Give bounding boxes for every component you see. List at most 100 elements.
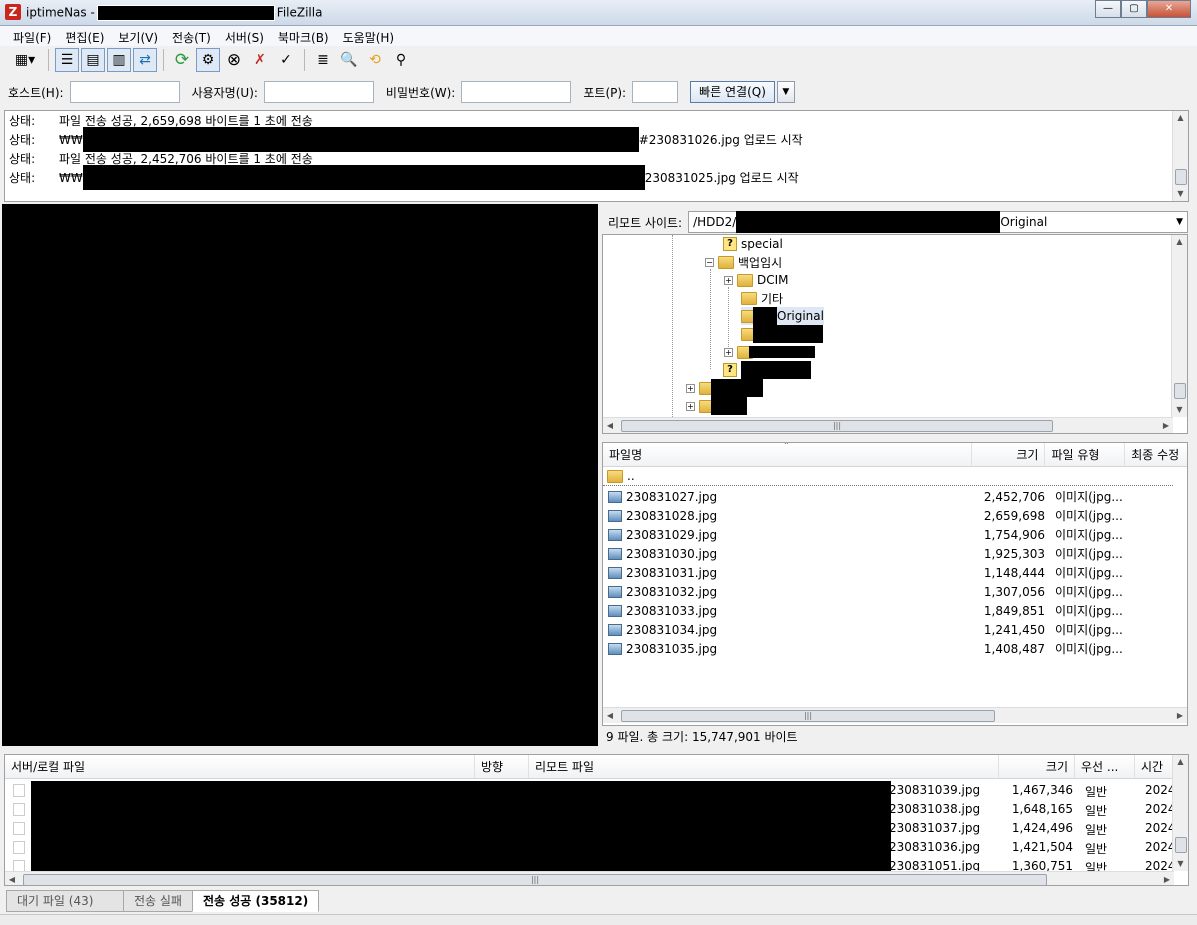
menu-view[interactable]: 보기(V) — [111, 26, 165, 46]
sync-browse-icon[interactable]: ⟲ — [363, 48, 387, 72]
column-header-remote-file[interactable]: 리모트 파일 — [529, 755, 999, 778]
disconnect-icon[interactable]: ✗ — [248, 48, 272, 72]
file-size: 2,659,698 — [983, 508, 1045, 523]
queue-hscrollbar[interactable]: ◀ ||| ▶ — [5, 871, 1174, 885]
column-header-filename[interactable]: 파일명 ⌃ — [603, 443, 972, 466]
tree-hscrollbar[interactable]: ◀ ||| ▶ — [603, 417, 1173, 433]
list-item[interactable]: 230831030.jpg 1,925,303 이미지(jpg... — [603, 544, 1187, 563]
scroll-right-icon[interactable]: ▶ — [1173, 708, 1187, 724]
list-item[interactable]: 230831027.jpg 2,452,706 이미지(jpg... — [603, 487, 1187, 506]
close-button[interactable]: ✕ — [1147, 0, 1191, 18]
tree-vscrollbar[interactable]: ▲ ▼ — [1171, 235, 1187, 417]
menu-server[interactable]: 서버(S) — [218, 26, 271, 46]
scroll-thumb[interactable]: ||| — [23, 874, 1047, 885]
menu-bookmarks[interactable]: 북마크(B) — [271, 26, 336, 46]
header-label: 최종 수정 — [1131, 448, 1180, 462]
tree-item-redacted[interactable]: ? — [723, 361, 811, 379]
tab-failed-transfers[interactable]: 전송 실패 — [123, 890, 193, 912]
scroll-up-icon[interactable]: ▲ — [1173, 755, 1188, 769]
tab-successful-transfers[interactable]: 전송 성공 (35812) — [191, 890, 320, 912]
port-input[interactable] — [632, 81, 679, 103]
list-item[interactable]: 230831029.jpg 1,754,906 이미지(jpg... — [603, 525, 1187, 544]
tree-item-backup-temp[interactable]: − 백업임시 — [705, 253, 782, 271]
process-queue-icon[interactable]: ⚙ — [196, 48, 220, 72]
host-input[interactable] — [69, 81, 180, 103]
queue-vscrollbar[interactable]: ▲ ▼ — [1172, 755, 1188, 871]
chevron-down-icon[interactable]: ▼ — [1176, 217, 1183, 227]
tree-item-special[interactable]: ? special — [723, 235, 783, 253]
column-header-priority[interactable]: 우선 ... — [1075, 755, 1135, 778]
compare-icon[interactable]: 🔍 — [337, 48, 361, 72]
file-list-hscrollbar[interactable]: ◀ ||| ▶ — [603, 707, 1187, 723]
toggle-queue-icon[interactable]: ⇄ — [133, 48, 157, 72]
collapse-icon[interactable]: − — [705, 257, 714, 267]
list-item[interactable]: 230831032.jpg 1,307,056 이미지(jpg... — [603, 582, 1187, 601]
tab-queued-files[interactable]: 대기 파일 (43) — [6, 890, 124, 912]
cancel-icon[interactable]: ⊗ — [222, 48, 246, 72]
column-header-modified[interactable]: 최종 수정 — [1125, 443, 1187, 466]
scroll-thumb[interactable]: ||| — [621, 710, 995, 722]
scroll-thumb[interactable] — [1175, 169, 1187, 185]
tree-item-redacted[interactable]: + — [724, 343, 815, 361]
search-icon[interactable]: ⚲ — [389, 48, 413, 72]
quickconnect-dropdown-icon[interactable]: ▼ — [776, 81, 795, 103]
column-header-type[interactable]: 파일 유형 — [1045, 443, 1126, 466]
column-header-size[interactable]: 크기 — [999, 755, 1075, 778]
menu-edit[interactable]: 편집(E) — [58, 26, 111, 46]
scroll-right-icon[interactable]: ▶ — [1160, 872, 1174, 885]
scroll-thumb[interactable] — [1174, 383, 1186, 399]
image-file-icon — [608, 604, 622, 617]
remote-path-combobox[interactable]: /HDD2/Original ▼ — [688, 211, 1188, 233]
toggle-log-icon[interactable]: ☰ — [55, 48, 79, 72]
list-item[interactable]: 230831033.jpg 1,849,851 이미지(jpg... — [603, 601, 1187, 620]
scroll-left-icon[interactable]: ◀ — [603, 708, 617, 724]
toggle-local-tree-icon[interactable]: ▤ — [81, 48, 105, 72]
tree-item-redacted[interactable] — [741, 325, 823, 343]
tree-item-redacted[interactable]: + — [686, 379, 763, 397]
tree-item-dcim[interactable]: + DCIM — [724, 271, 789, 289]
log-prefix: ₩₩ — [59, 132, 83, 147]
scroll-right-icon[interactable]: ▶ — [1159, 418, 1173, 433]
maximize-button[interactable]: ▢ — [1121, 0, 1147, 18]
minimize-button[interactable]: — — [1095, 0, 1121, 18]
site-manager-icon[interactable]: ▦▾ — [8, 48, 42, 72]
menu-transfer[interactable]: 전송(T) — [165, 26, 218, 46]
expand-icon[interactable]: + — [686, 383, 695, 393]
toggle-remote-tree-icon[interactable]: ▥ — [107, 48, 131, 72]
tree-item-original[interactable]: Original — [741, 307, 824, 325]
scroll-up-icon[interactable]: ▲ — [1173, 111, 1188, 125]
column-header-time[interactable]: 시간 — [1135, 755, 1174, 778]
username-input[interactable] — [263, 81, 374, 103]
column-header-size[interactable]: 크기 — [972, 443, 1046, 466]
scroll-thumb[interactable]: ||| — [621, 420, 1053, 432]
file-status-icon — [13, 841, 25, 854]
column-header-direction[interactable]: 방향 — [475, 755, 529, 778]
log-scrollbar[interactable]: ▲ ▼ — [1172, 111, 1188, 201]
scroll-left-icon[interactable]: ◀ — [603, 418, 617, 433]
tree-item-redacted[interactable]: + — [686, 397, 747, 415]
scroll-up-icon[interactable]: ▲ — [1172, 235, 1187, 249]
scroll-down-icon[interactable]: ▼ — [1173, 187, 1188, 201]
column-header-local-file[interactable]: 서버/로컬 파일 — [5, 755, 475, 778]
list-item-parent[interactable]: .. — [603, 467, 1173, 486]
password-input[interactable] — [461, 81, 572, 103]
list-item[interactable]: 230831034.jpg 1,241,450 이미지(jpg... — [603, 620, 1187, 639]
file-size: 1,754,906 — [983, 527, 1045, 542]
scroll-left-icon[interactable]: ◀ — [5, 872, 19, 885]
scroll-thumb[interactable] — [1175, 837, 1187, 853]
refresh-icon[interactable]: ⟳ — [170, 48, 194, 72]
expand-icon[interactable]: + — [686, 401, 695, 411]
expand-icon[interactable]: + — [724, 275, 733, 285]
scroll-down-icon[interactable]: ▼ — [1172, 403, 1187, 417]
filter-icon[interactable]: ≣ — [311, 48, 335, 72]
menu-help[interactable]: 도움말(H) — [336, 26, 402, 46]
tree-item-other[interactable]: 기타 — [741, 289, 783, 307]
list-item[interactable]: 230831028.jpg 2,659,698 이미지(jpg... — [603, 506, 1187, 525]
expand-icon[interactable]: + — [724, 347, 733, 357]
list-item[interactable]: 230831035.jpg 1,408,487 이미지(jpg... — [603, 639, 1187, 658]
list-item[interactable]: 230831031.jpg 1,148,444 이미지(jpg... — [603, 563, 1187, 582]
scroll-down-icon[interactable]: ▼ — [1173, 857, 1188, 871]
menu-file[interactable]: 파일(F) — [6, 26, 58, 46]
quickconnect-button[interactable]: 빠른 연결(Q) — [690, 81, 775, 103]
reconnect-icon[interactable]: ✓ — [274, 48, 298, 72]
